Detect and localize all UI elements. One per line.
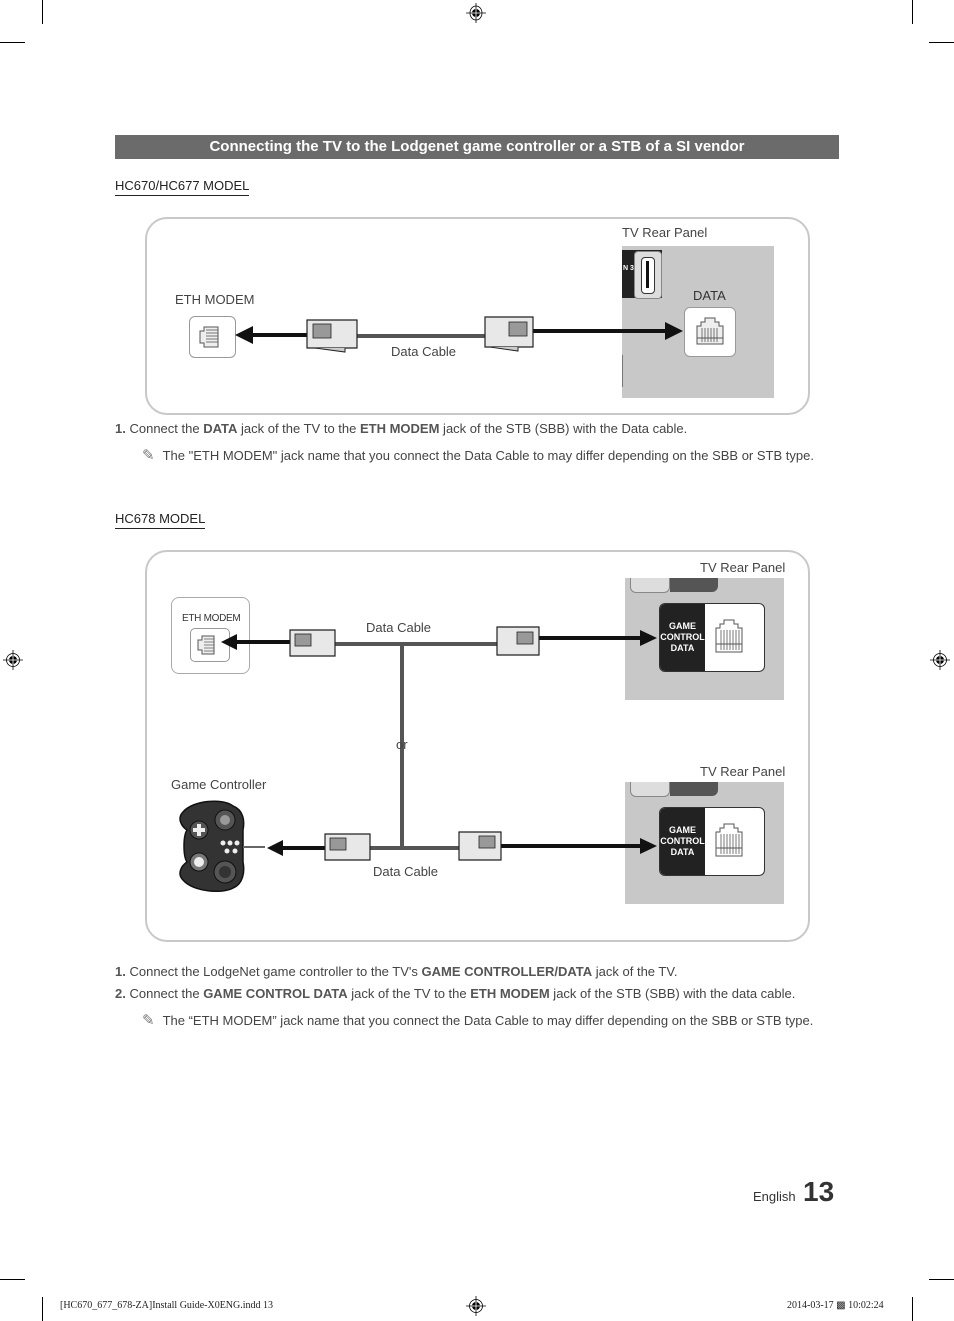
- registration-mark-icon: [466, 3, 486, 23]
- label-line: DATA: [670, 847, 695, 857]
- game-control-data-label: GAME CONTROL DATA: [660, 604, 705, 671]
- step-text: Connect the: [129, 986, 204, 1001]
- arrow-left-icon: [221, 634, 237, 650]
- print-file-slug: [HC670_677_678-ZA]Install Guide-X0ENG.in…: [60, 1300, 274, 1311]
- crop-mark: [912, 1297, 913, 1321]
- instruction-step-2: 2. Connect the GAME CONTROL DATA jack of…: [115, 986, 795, 1001]
- data-cable-label: Data Cable: [366, 620, 432, 635]
- hdmi-label-fragment: N 3: [623, 265, 634, 272]
- step-keyword: GAME CONTROLLER/DATA: [421, 964, 593, 979]
- step-number: 2.: [115, 986, 126, 1001]
- note: ✎ The “ETH MODEM” jack name that you conn…: [142, 1011, 813, 1029]
- step-keyword: GAME CONTROL DATA: [203, 986, 348, 1001]
- step-keyword: ETH MODEM: [359, 421, 440, 436]
- instruction-step-1: 1. Connect the DATA jack of the TV to th…: [115, 421, 687, 436]
- model-heading-hc670: HC670/HC677 MODEL: [115, 178, 250, 196]
- crop-mark: [929, 42, 954, 43]
- data-cable-label: Data Cable: [373, 864, 439, 879]
- rj45-plug-icon: [484, 316, 534, 352]
- label-line: CONTROL: [660, 632, 705, 642]
- step-number: 1.: [115, 421, 126, 436]
- crop-mark: [0, 42, 25, 43]
- game-control-data-jack: GAME CONTROL DATA: [659, 807, 765, 876]
- rj45-plug-icon: [458, 831, 502, 861]
- game-control-data-jack: GAME CONTROL DATA: [659, 603, 765, 672]
- model-heading-hc678: HC678 MODEL: [115, 511, 206, 529]
- port-fragment: [630, 578, 670, 593]
- port-fragment: [670, 782, 718, 796]
- step-text: jack of the TV.: [592, 964, 678, 979]
- page-language: English: [753, 1189, 796, 1204]
- port-fragment: [670, 578, 718, 592]
- tv-rear-panel-label: TV Rear Panel: [622, 225, 708, 240]
- arrow-right-icon: [665, 322, 683, 340]
- rj45-plug-icon: [306, 319, 358, 353]
- crop-mark: [42, 1297, 43, 1321]
- arrow-right-icon: [640, 630, 657, 646]
- instruction-step-1: 1. Connect the LodgeNet game controller …: [115, 964, 677, 979]
- arrow-left-icon: [267, 840, 283, 856]
- rj45-port-icon: [715, 823, 743, 857]
- rj45-port-icon: [715, 619, 743, 653]
- label-line: CONTROL: [660, 836, 705, 846]
- registration-mark-icon: [930, 650, 950, 670]
- label-line: GAME: [669, 621, 696, 631]
- pencil-note-icon: ✎: [142, 447, 155, 464]
- tv-rear-panel-label: TV Rear Panel: [700, 764, 786, 779]
- registration-mark-icon: [466, 1296, 486, 1316]
- crop-mark: [912, 0, 913, 24]
- label-line: GAME: [669, 825, 696, 835]
- hdmi-port-icon: [634, 251, 662, 299]
- or-label: or: [396, 737, 408, 752]
- tv-rear-panel-label: TV Rear Panel: [700, 560, 786, 575]
- page-number: 13: [803, 1176, 835, 1207]
- step-text: Connect the: [129, 421, 204, 436]
- crop-mark: [42, 0, 43, 24]
- step-text: Connect the LodgeNet game controller to …: [129, 964, 422, 979]
- label-line: DATA: [670, 643, 695, 653]
- section-banner: Connecting the TV to the Lodgenet game c…: [115, 135, 839, 159]
- step-text: jack of the TV to the: [237, 421, 360, 436]
- registration-mark-icon: [3, 650, 23, 670]
- arrow-left-icon: [235, 326, 253, 344]
- pencil-note-icon: ✎: [142, 1012, 155, 1029]
- rj45-plug-icon: [324, 833, 371, 861]
- step-text: jack of the TV to the: [347, 986, 471, 1001]
- game-control-data-label: GAME CONTROL DATA: [660, 808, 705, 875]
- step-number: 1.: [115, 964, 126, 979]
- step-text: jack of the STB (SBB) with the Data cabl…: [439, 421, 688, 436]
- step-text: jack of the STB (SBB) with the data cabl…: [549, 986, 796, 1001]
- print-timestamp: 2014-03-17 ▩ 10:02:24: [787, 1300, 884, 1311]
- crop-mark: [929, 1279, 954, 1280]
- step-keyword: ETH MODEM: [470, 986, 550, 1001]
- note-text: The “ETH MODEM” jack name that you conne…: [162, 1013, 814, 1028]
- rj45-plug-icon: [289, 629, 336, 657]
- data-cable-label: Data Cable: [391, 344, 457, 359]
- crop-mark: [0, 1279, 25, 1280]
- note: ✎ The "ETH MODEM" jack name that you conn…: [142, 446, 814, 464]
- note-text: The "ETH MODEM" jack name that you conne…: [162, 448, 814, 463]
- step-keyword: DATA: [203, 421, 238, 436]
- rj45-plug-icon: [496, 626, 540, 656]
- arrow-right-icon: [640, 838, 657, 854]
